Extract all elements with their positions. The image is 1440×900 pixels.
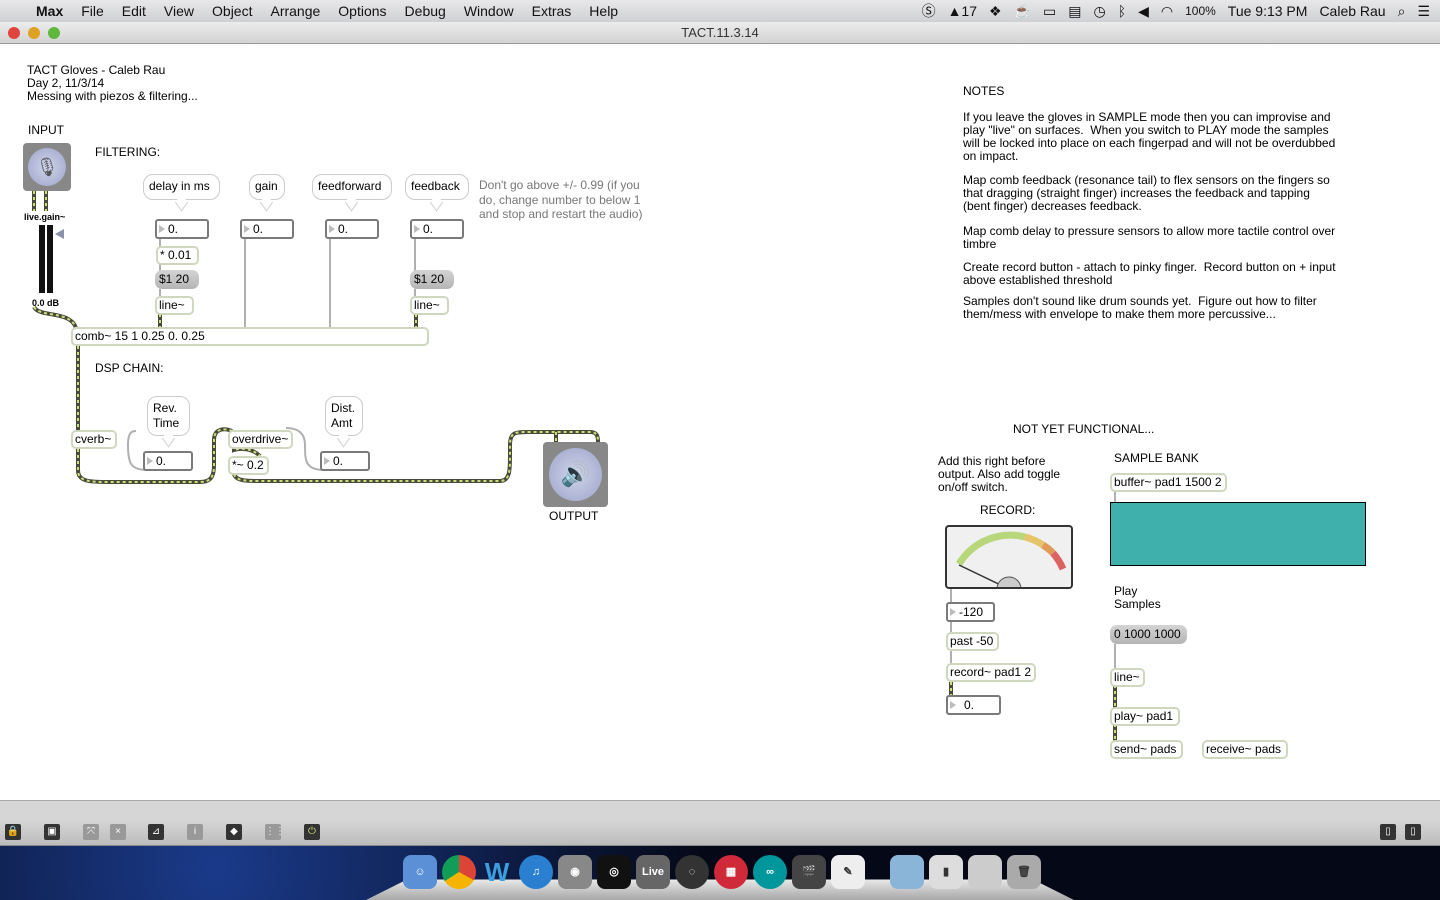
close-x-icon[interactable]: × (110, 824, 126, 840)
status-bar (0, 800, 1440, 818)
lock-icon[interactable]: 🔒 (5, 824, 21, 840)
delay-number-box[interactable]: 0. (155, 219, 209, 239)
gain-db-value: 0.0 dB (32, 298, 60, 308)
send-object[interactable]: send~ pads (1110, 740, 1183, 759)
speaker-icon: 🔊 (549, 448, 602, 501)
level-meter-dial (945, 525, 1073, 589)
play-samples-label: Play Samples (1114, 584, 1161, 611)
live-gain-slider[interactable] (39, 225, 53, 293)
microphone-icon: 🎙 (28, 148, 66, 186)
output-label: OUTPUT (549, 509, 599, 523)
play-line-object[interactable]: line~ (1110, 668, 1145, 687)
dist-amt-bubble: Dist. Amt (325, 396, 363, 436)
dock-archive-icon[interactable]: ▮ (929, 855, 963, 889)
filtering-label: FILTERING: (95, 145, 161, 159)
record-object[interactable]: record~ pad1 2 (946, 663, 1036, 682)
presentation-icon[interactable]: ⊿ (148, 824, 164, 840)
left-pane-icon[interactable]: ▯ (1380, 824, 1396, 840)
dock-preview-icon[interactable] (968, 855, 1002, 889)
signal-multiply-object[interactable]: *~ 0.2 (228, 456, 269, 475)
buffer-object[interactable]: buffer~ pad1 1500 2 (1110, 473, 1227, 492)
note-5: Samples don't sound like drum sounds yet… (963, 294, 1317, 321)
gain-triangle-icon[interactable] (55, 229, 64, 239)
cverb-object[interactable]: cverb~ (71, 430, 117, 449)
delay-bubble: delay in ms (143, 174, 220, 200)
note-2: Map comb feedback (resonance tail) to fl… (963, 173, 1330, 213)
dsp-chain-label: DSP CHAIN: (95, 361, 164, 375)
dock-ableton-icon[interactable]: ◎ (597, 855, 631, 889)
note-4: Create record button - attach to pinky f… (963, 260, 1336, 287)
dock-finder-icon[interactable]: ☺ (403, 855, 437, 889)
play-ramp-message[interactable]: 0 1000 1000 (1110, 625, 1187, 644)
dock-chrome-icon[interactable] (442, 855, 476, 889)
gain-number-box[interactable]: 0. (240, 219, 294, 239)
patch-cords-icon[interactable]: ⤧ (83, 824, 99, 840)
dock-arduino-icon[interactable]: ∞ (753, 855, 787, 889)
object-icon[interactable]: ◆ (226, 824, 242, 840)
inspector-icon[interactable]: i (187, 824, 203, 840)
dock-live-icon[interactable]: Live (636, 855, 670, 889)
overdrive-object[interactable]: overdrive~ (228, 430, 293, 449)
play-object[interactable]: play~ pad1 (1110, 707, 1180, 726)
notes-title: NOTES (963, 84, 1005, 98)
patcher-toolbar: 🔒 ▣ ⤧ × ⊿ i ◆ ⋮⋮ ⏻ ▯ ▯ (0, 818, 1440, 846)
adc-mic-button[interactable]: 🎙 (23, 143, 71, 191)
not-functional-label: NOT YET FUNCTIONAL... (1013, 422, 1155, 436)
dac-speaker-button[interactable]: 🔊 (543, 442, 608, 507)
past-object[interactable]: past -50 (946, 632, 999, 651)
dock-final-cut-icon[interactable]: 🎬 (792, 855, 826, 889)
signal-number-box[interactable]: 0. (946, 695, 1001, 715)
dock-trash-icon[interactable]: 🗑 (1007, 855, 1041, 889)
right-pane-icon[interactable]: ▯ (1405, 824, 1421, 840)
rev-time-number-box[interactable]: 0. (143, 451, 193, 471)
feedback-line-object[interactable]: line~ (410, 296, 449, 315)
sample-bank-label: SAMPLE BANK (1114, 451, 1199, 465)
delay-ramp-message[interactable]: $1 20 (155, 270, 199, 289)
dock-itunes-icon[interactable]: ♫ (519, 855, 553, 889)
audio-dsp-icon[interactable]: ⏻ (304, 824, 320, 840)
feedback-number-box[interactable]: 0. (410, 219, 464, 239)
rev-time-bubble: Rev. Time (147, 396, 190, 436)
receive-object[interactable]: receive~ pads (1202, 740, 1288, 759)
multiply-object[interactable]: * 0.01 (156, 246, 199, 265)
note-3: Map comb delay to pressure sensors to al… (963, 224, 1336, 251)
dock-notes-icon[interactable]: ✎ (831, 855, 865, 889)
feedback-ramp-message[interactable]: $1 20 (410, 270, 454, 289)
comb-object[interactable]: comb~ 15 1 0.25 0. 0.25 (71, 327, 429, 346)
dock-word-icon[interactable]: W (480, 855, 514, 889)
gain-bubble: gain (249, 174, 285, 200)
grid-icon[interactable]: ⋮⋮ (265, 824, 285, 840)
feedforward-number-box[interactable]: 0. (325, 219, 379, 239)
signal-value: 0. (964, 698, 975, 712)
dock-maschine-icon[interactable]: ◌ (675, 855, 709, 889)
meter-gauge-icon (956, 531, 1067, 587)
threshold-number-box[interactable]: -120 (946, 602, 995, 622)
new-view-icon[interactable]: ▣ (44, 824, 60, 840)
waveform-display[interactable] (1110, 502, 1366, 566)
add-note-comment: Add this right before output. Also add t… (938, 454, 1061, 494)
delay-line-object[interactable]: line~ (155, 296, 194, 315)
live-gain-label: live.gain~ (24, 212, 66, 222)
dock-teensy-icon[interactable]: ▦ (714, 855, 748, 889)
record-label: RECORD: (980, 503, 1036, 517)
dock-folder-icon[interactable] (890, 855, 924, 889)
dist-amt-number-box[interactable]: 0. (320, 451, 370, 471)
warning-comment: Don't go above +/- 0.99 (if you do, chan… (479, 178, 643, 221)
note-1: If you leave the gloves in SAMPLE mode t… (963, 110, 1336, 163)
feedback-bubble: feedback (405, 174, 469, 200)
dock-logic-icon[interactable]: ◉ (558, 855, 592, 889)
feedforward-bubble: feedforward (312, 174, 392, 200)
input-label: INPUT (28, 123, 64, 137)
header-comment: TACT Gloves - Caleb Rau Day 2, 11/3/14 M… (27, 63, 198, 103)
